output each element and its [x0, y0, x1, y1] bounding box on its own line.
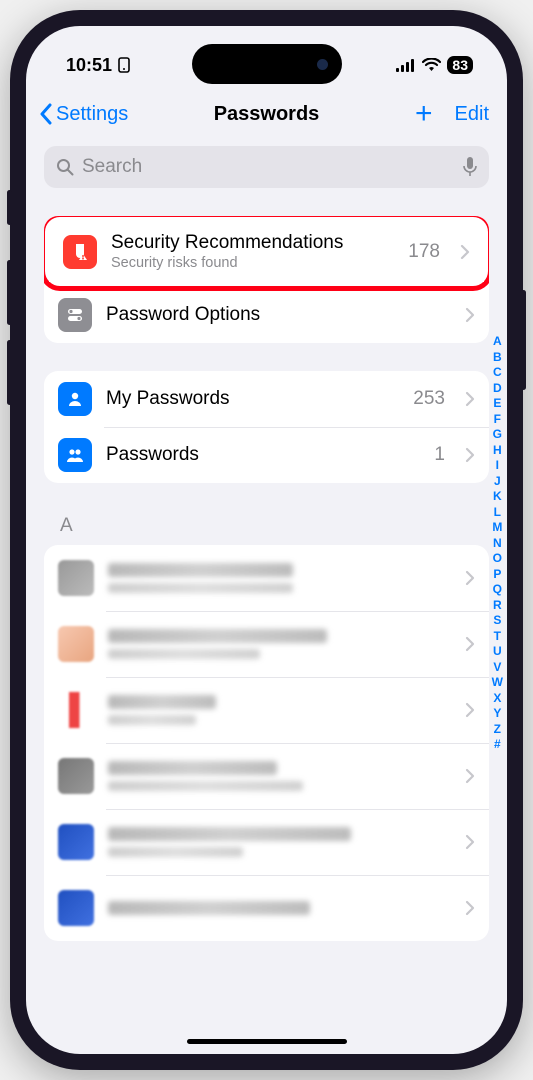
battery-percent: 83 [452, 57, 468, 73]
shield-alert-icon [63, 235, 97, 269]
chevron-left-icon [38, 103, 54, 125]
row-count: 253 [413, 388, 445, 410]
index-letter[interactable]: U [493, 644, 502, 658]
index-letter[interactable]: F [494, 412, 501, 426]
site-favicon [58, 560, 94, 596]
search-icon [56, 158, 74, 176]
index-letter[interactable]: E [493, 396, 501, 410]
index-letter[interactable]: N [493, 536, 502, 550]
site-favicon [58, 890, 94, 926]
wifi-icon [422, 58, 441, 72]
row-subtitle: Security risks found [111, 255, 394, 271]
index-letter[interactable]: I [496, 458, 499, 472]
battery-badge: 83 [447, 56, 473, 74]
row-count: 1 [434, 444, 445, 466]
site-favicon [58, 824, 94, 860]
index-letter[interactable]: W [492, 675, 503, 689]
search-placeholder: Search [82, 156, 142, 178]
row-title: My Passwords [106, 388, 399, 410]
row-count: 178 [408, 241, 440, 263]
status-time: 10:51 [66, 55, 112, 76]
site-favicon [58, 626, 94, 662]
alphabet-index[interactable]: ABCDEFGHIJKLMNOPQRSTUVWXYZ# [492, 334, 503, 751]
index-letter[interactable]: K [493, 489, 502, 503]
index-letter[interactable]: X [493, 691, 501, 705]
index-letter[interactable]: P [493, 567, 501, 581]
index-letter[interactable]: S [493, 613, 501, 627]
add-button[interactable]: + [415, 99, 433, 129]
index-letter[interactable]: V [493, 660, 501, 674]
index-letter[interactable]: J [494, 474, 501, 488]
index-letter[interactable]: H [493, 443, 502, 457]
index-letter[interactable]: C [493, 365, 502, 379]
chevron-right-icon [465, 447, 475, 463]
page-title: Passwords [214, 103, 320, 126]
people-icon [58, 438, 92, 472]
index-letter[interactable]: T [494, 629, 501, 643]
content-area: Security Recommendations Security risks … [26, 198, 507, 941]
home-indicator[interactable] [187, 1039, 347, 1044]
section-header-a: A [44, 515, 489, 545]
password-entry[interactable] [44, 875, 489, 941]
password-entry[interactable] [44, 677, 489, 743]
index-letter[interactable]: R [493, 598, 502, 612]
chevron-right-icon [465, 702, 475, 718]
person-icon [58, 382, 92, 416]
toggles-icon [58, 298, 92, 332]
index-letter[interactable]: O [493, 551, 502, 565]
index-letter[interactable]: A [493, 334, 502, 348]
my-passwords-row[interactable]: My Passwords 253 [44, 371, 489, 427]
chevron-right-icon [465, 636, 475, 652]
password-entry[interactable] [44, 809, 489, 875]
chevron-right-icon [465, 307, 475, 323]
back-label: Settings [56, 103, 128, 126]
chevron-right-icon [465, 570, 475, 586]
site-favicon [58, 692, 94, 728]
shared-passwords-row[interactable]: Passwords 1 [44, 427, 489, 483]
index-letter[interactable]: M [492, 520, 502, 534]
password-entry[interactable] [44, 743, 489, 809]
password-options-row[interactable]: Password Options [44, 287, 489, 343]
chevron-right-icon [465, 391, 475, 407]
index-letter[interactable]: B [493, 350, 502, 364]
password-list [44, 545, 489, 941]
mic-icon[interactable] [463, 157, 477, 177]
chevron-right-icon [465, 834, 475, 850]
password-entry[interactable] [44, 545, 489, 611]
index-letter[interactable]: # [494, 737, 501, 751]
security-recommendations-row[interactable]: Security Recommendations Security risks … [49, 221, 484, 282]
back-button[interactable]: Settings [38, 103, 128, 126]
chevron-right-icon [465, 768, 475, 784]
row-title: Passwords [106, 444, 420, 466]
nav-bar: Settings Passwords + Edit [26, 86, 507, 142]
cellular-icon [396, 59, 416, 72]
row-title: Security Recommendations [111, 232, 394, 254]
index-letter[interactable]: Q [493, 582, 502, 596]
row-title: Password Options [106, 304, 445, 326]
orientation-lock-icon [117, 57, 131, 73]
index-letter[interactable]: Y [493, 706, 501, 720]
edit-button[interactable]: Edit [455, 103, 489, 126]
search-input[interactable]: Search [44, 146, 489, 188]
chevron-right-icon [460, 244, 470, 260]
site-favicon [58, 758, 94, 794]
chevron-right-icon [465, 900, 475, 916]
index-letter[interactable]: G [493, 427, 502, 441]
index-letter[interactable]: L [494, 505, 501, 519]
annotation-highlight: Security Recommendations Security risks … [44, 216, 489, 291]
index-letter[interactable]: D [493, 381, 502, 395]
dynamic-island [192, 44, 342, 84]
password-entry[interactable] [44, 611, 489, 677]
index-letter[interactable]: Z [494, 722, 501, 736]
